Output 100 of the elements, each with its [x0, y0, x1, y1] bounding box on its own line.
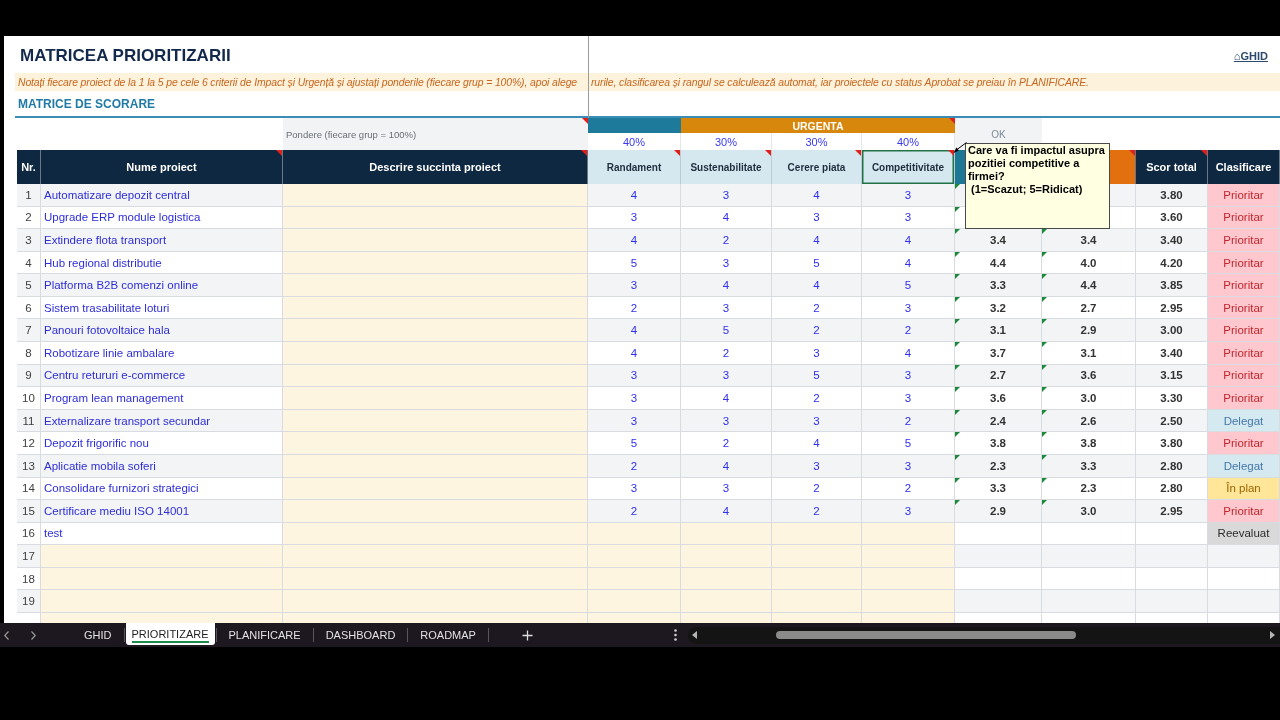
criterion-score: 2	[813, 482, 820, 495]
input-cell[interactable]	[283, 567, 588, 591]
input-cell[interactable]	[772, 567, 862, 591]
criterion-score: 2	[813, 392, 820, 404]
criterion-score: 3	[904, 188, 912, 201]
criterion-score: 3	[722, 256, 730, 269]
chevron-right-icon[interactable]	[31, 630, 36, 640]
input-cell[interactable]	[283, 251, 588, 275]
urgency-score: 3.3	[1080, 459, 1097, 472]
input-cell[interactable]	[283, 432, 588, 455]
impact-score: 3.8	[990, 437, 1006, 450]
input-cell[interactable]	[681, 590, 772, 613]
input-cell[interactable]	[283, 296, 588, 320]
sheet-tab[interactable]: PLANIFICARE	[216, 623, 313, 647]
scroll-left-icon[interactable]	[692, 631, 697, 639]
input-cell[interactable]	[283, 364, 588, 388]
weight-value: 30%	[715, 135, 737, 148]
urgency-score: 3.0	[1080, 504, 1097, 517]
criterion-score: 3	[904, 211, 912, 224]
chevron-left-icon[interactable]	[4, 630, 9, 640]
more-options-icon[interactable]	[674, 629, 677, 641]
criterion-score: 5	[813, 256, 820, 269]
criterion-score: 4	[630, 346, 638, 359]
input-cell[interactable]	[681, 567, 772, 591]
criterion-score: 4	[722, 459, 730, 472]
project-name: Externalizare transport secundar	[44, 414, 211, 427]
criterion-score: 3	[904, 301, 912, 314]
total-score: 2.80	[1160, 459, 1183, 472]
scroll-right-icon[interactable]	[1270, 631, 1275, 639]
input-cell[interactable]	[283, 274, 588, 297]
input-cell[interactable]	[283, 387, 588, 410]
input-cell[interactable]	[283, 454, 588, 478]
input-cell[interactable]	[41, 545, 283, 568]
input-cell[interactable]	[283, 342, 588, 365]
project-name: Platforma B2B comenzi online	[44, 279, 199, 292]
input-cell[interactable]	[283, 545, 588, 568]
row-number: 13	[22, 459, 35, 472]
scrollbar-thumb[interactable]	[776, 631, 1076, 639]
criterion-score: 4	[904, 346, 912, 359]
input-cell[interactable]	[283, 319, 588, 343]
input-cell[interactable]	[588, 545, 681, 568]
criterion-score: 3	[904, 504, 912, 517]
add-icon[interactable]	[521, 629, 533, 641]
impact-score: 3.7	[990, 346, 1006, 359]
total-score: 3.80	[1160, 188, 1183, 201]
input-cell[interactable]	[862, 567, 955, 591]
criterion-score: 5	[722, 324, 730, 337]
criterion-score: 3	[813, 211, 820, 224]
project-name: Program lean management	[44, 392, 184, 404]
sheet-tab[interactable]: ROADMAP	[408, 623, 488, 647]
input-cell[interactable]	[283, 500, 588, 523]
urgency-score: 4.0	[1080, 256, 1097, 269]
criterion-score: 3	[630, 279, 638, 292]
input-cell[interactable]	[862, 590, 955, 613]
scrollbar-track[interactable]	[688, 626, 1280, 644]
guide-link[interactable]: ⌂GHID	[1233, 50, 1268, 63]
input-cell[interactable]	[283, 477, 588, 501]
input-cell[interactable]	[588, 590, 681, 613]
status-badge: Prioritar	[1208, 184, 1280, 207]
input-cell[interactable]	[283, 206, 588, 230]
criterion-score: 4	[630, 188, 638, 201]
criterion-score: 3	[722, 301, 730, 314]
row-number: 1	[25, 188, 32, 201]
input-cell[interactable]	[41, 590, 283, 613]
input-cell[interactable]	[41, 567, 283, 591]
total-score: 2.95	[1160, 504, 1183, 517]
row-number: 4	[25, 256, 32, 269]
input-cell[interactable]	[772, 522, 862, 546]
criterion-score: 5	[630, 256, 638, 269]
input-cell[interactable]	[283, 522, 588, 546]
criterion-score: 2	[813, 504, 820, 517]
input-cell[interactable]	[681, 545, 772, 568]
sheet-tab[interactable]: PRIORITIZARE	[125, 623, 215, 645]
input-cell[interactable]	[283, 409, 588, 433]
total-score: 4.20	[1160, 256, 1183, 269]
total-score: 3.00	[1160, 324, 1183, 337]
project-name: Extindere flota transport	[44, 233, 167, 246]
input-cell[interactable]	[862, 545, 955, 568]
input-cell[interactable]	[681, 522, 772, 546]
sheet-title: MATRICEA PRIORITIZARII	[20, 46, 231, 66]
input-cell[interactable]	[283, 184, 588, 207]
urgency-score: 2.7	[1080, 301, 1097, 314]
input-cell[interactable]	[772, 590, 862, 613]
input-cell[interactable]	[283, 229, 588, 252]
criterion-score: 2	[630, 459, 638, 472]
input-cell[interactable]	[862, 522, 955, 546]
project-name: Depozit frigorific nou	[44, 437, 149, 450]
row-number: 6	[25, 301, 32, 314]
sheet-tab[interactable]: DASHBOARD	[313, 623, 408, 647]
project-name: Sistem trasabilitate loturi	[44, 301, 170, 314]
criterion-score: 3	[904, 369, 912, 382]
input-cell[interactable]	[588, 567, 681, 591]
total-score: 3.60	[1160, 211, 1183, 224]
sheet-tab[interactable]: GHID	[72, 623, 124, 647]
project-name: Automatizare depozit central	[44, 188, 190, 201]
input-cell[interactable]	[588, 522, 681, 546]
input-cell[interactable]	[283, 590, 588, 613]
table-cell	[1208, 545, 1280, 568]
input-cell[interactable]	[772, 545, 862, 568]
row-number: 15	[22, 504, 35, 517]
